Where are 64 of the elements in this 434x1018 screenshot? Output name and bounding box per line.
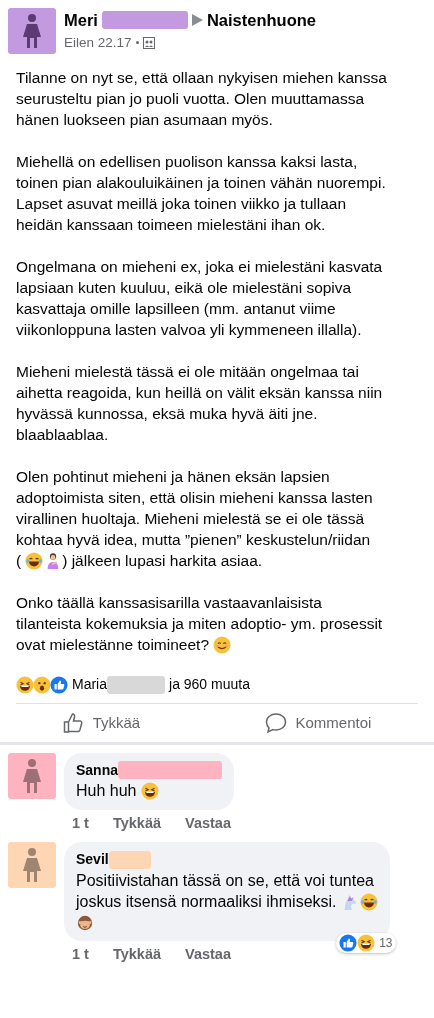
group-audience-icon: [142, 36, 155, 49]
post-text: adoptoimista siten, että olisin mieheni kanssa lasten: [16, 487, 373, 508]
smiling-face-icon: [213, 635, 231, 654]
thumbs-up-icon: [50, 675, 68, 694]
post-text: viikonloppuna lasten valvoa yli kymmeneen illalla).: [16, 319, 362, 340]
reaction-number: 13: [379, 935, 393, 953]
reaction-names[interactable]: Maria: [72, 674, 107, 695]
triangle-icon: [191, 14, 203, 27]
comment-text: Huh huh: [76, 781, 137, 801]
group-name[interactable]: Naistenhuone: [206, 8, 317, 33]
post-text: tilanteista kokemuksia ja miten adoptio- ym. prosessit: [16, 613, 383, 634]
post-text: hyvässä kunnossa, eksä muka hyvä äiti jne.: [16, 403, 318, 424]
post-time[interactable]: Eilen 22.17: [64, 32, 132, 53]
person-icon: [21, 848, 43, 883]
post-text: ovat mielestänne toimineet?: [16, 634, 209, 655]
post-text: blaablaablaa.: [16, 424, 109, 445]
monkey-face-icon: [76, 913, 94, 932]
like-link[interactable]: Tykkää: [112, 812, 162, 835]
post-text: Mieheni mielestä tässä ei ole mitään ongelmaa tai: [16, 361, 359, 382]
action-button[interactable]: Tykkää: [56, 711, 147, 736]
person-icon: [21, 14, 43, 48]
action-button[interactable]: Kommentoi: [259, 711, 378, 736]
post-text: (: [16, 550, 22, 571]
person-icon: [21, 758, 43, 793]
post-text: hänen luokseen pian asumaan myös.: [16, 109, 273, 130]
post-text: ) jälkeen lupasi harkita asiaa.: [62, 550, 263, 571]
post-text: lapsiaan kuten kuuluu, eikä ole mielestäni sopiva: [16, 277, 352, 298]
reaction-summary[interactable]: 13: [336, 933, 396, 954]
comment-icon: [265, 712, 288, 735]
comment-time: 1 t: [72, 813, 89, 833]
post-text: Tilanne on nyt se, että ollaan nykyisen miehen kanssa: [16, 67, 387, 88]
commenter-name[interactable]: Sanna: [76, 759, 118, 781]
laughing-tears-icon: [359, 892, 378, 911]
post-text: kohtaa hyvä idea, mutta ”pienen” keskustelun/riidan: [16, 529, 371, 550]
post-text: virallinen huoltaja. Mieheni mielestä se ei ole tässä: [16, 508, 365, 529]
separator-dot: [135, 41, 139, 45]
redaction-bar: [108, 850, 151, 869]
post-text: kasvattaja omille lapsilleen (mm. antanut viime: [16, 298, 336, 319]
redaction-bar: [107, 675, 165, 694]
comment-time: 1 t: [72, 945, 89, 965]
post-text: toinen pian alakouluikäinen ja toinen vähän nuorempi.: [16, 172, 386, 193]
post-text: aihetta reagoida, kun heillä on välit eksän kanssa niin: [16, 382, 383, 403]
reaction-count[interactable]: ja 960 muuta: [169, 674, 250, 695]
grinning-face-icon: [140, 782, 159, 800]
commenter-name[interactable]: Sevil: [76, 849, 109, 871]
post-text: heidän kanssaan toimeen mielestäni ihan ok.: [16, 214, 326, 235]
author-name[interactable]: Meri: [64, 8, 98, 33]
reply-link[interactable]: Vastaa: [185, 944, 231, 966]
post-text: Onko täällä kanssasisarilla vastaavanlaisista: [16, 592, 322, 613]
thumbs-up-icon: [339, 934, 358, 953]
grinning-face-icon: [357, 934, 376, 953]
laughing-tears-icon: [25, 551, 44, 570]
comment-text: Positiivistahan tässä on se, että voi tuntea: [76, 870, 374, 891]
post-text: Lapset asuvat meillä joka toinen viikko ja tullaan: [16, 193, 346, 214]
comment-text: joskus itsensä normaaliksi ihmiseksi.: [76, 891, 337, 912]
reply-link[interactable]: Vastaa: [185, 812, 231, 835]
surprised-face-icon: [33, 675, 51, 694]
grinning-face-icon: [16, 675, 34, 694]
post-text: Miehellä on edellisen puolison kanssa kaksi lasta,: [16, 151, 358, 172]
post-text: seurusteltu pian jo puoli vuotta. Olen muuttamassa: [16, 88, 365, 109]
post-text: Ongelmana on mieheni ex, joka ei mielestäni kasvata: [16, 256, 383, 277]
like-link[interactable]: Tykkää: [112, 944, 162, 966]
post-text: Olen pohtinut mieheni ja hänen eksän lapsien: [16, 466, 330, 487]
thumbs-up-icon: [62, 712, 85, 735]
